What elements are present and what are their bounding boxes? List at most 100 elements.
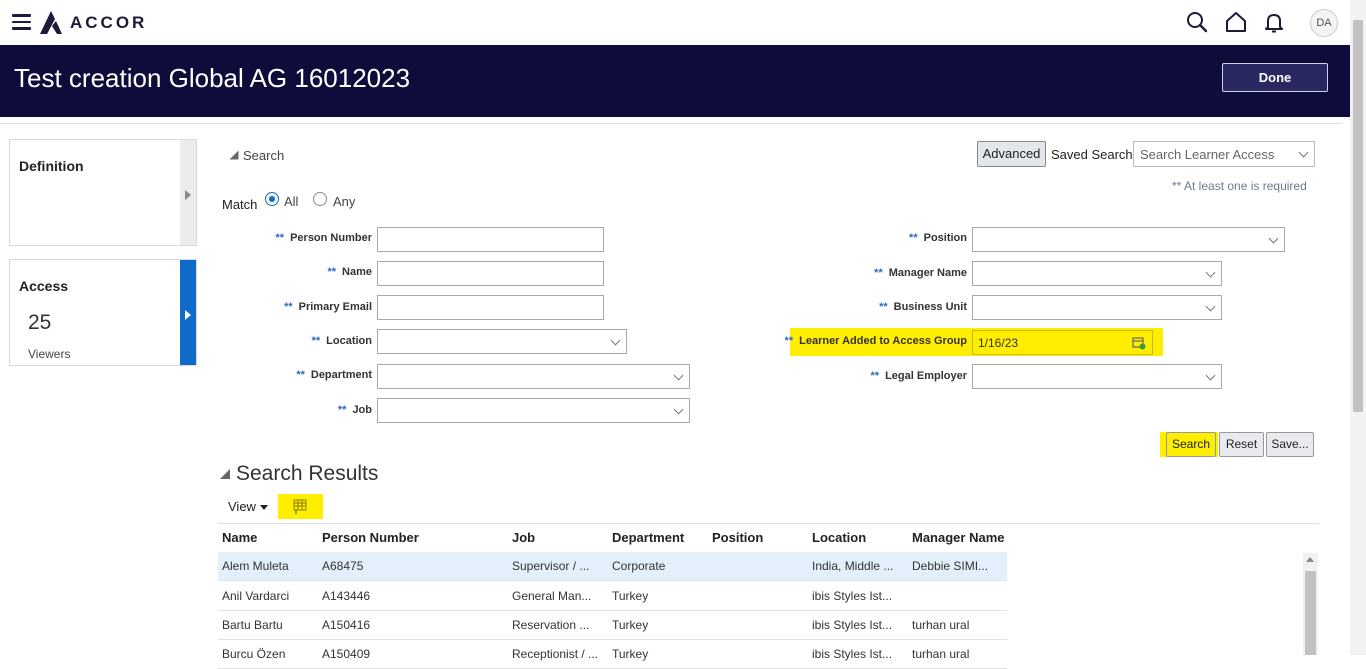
saved-search-placeholder: Search Learner Access bbox=[1140, 147, 1275, 162]
search-toggle-label: Search bbox=[243, 148, 285, 163]
primary-email-label: ** Primary Email bbox=[284, 301, 372, 313]
job-select[interactable] bbox=[377, 398, 690, 423]
column-header-department[interactable]: Department bbox=[612, 530, 684, 545]
cell-manager-name: Debbie SIMI... bbox=[912, 559, 989, 573]
position-select[interactable] bbox=[972, 227, 1285, 252]
page-scrollbar[interactable] bbox=[1350, 0, 1366, 655]
bell-icon[interactable] bbox=[1263, 11, 1285, 33]
cell-person-number: A143446 bbox=[322, 589, 371, 603]
cell-name: Bartu Bartu bbox=[222, 618, 283, 632]
cell-location: ibis Styles Ist... bbox=[812, 647, 893, 661]
business-unit-select[interactable] bbox=[972, 295, 1222, 320]
learner-added-label: ** Learner Added to Access Group bbox=[784, 335, 967, 347]
chevron-down-icon bbox=[1298, 147, 1309, 158]
caret-down-icon bbox=[259, 505, 268, 511]
cell-job: General Man... bbox=[512, 589, 592, 603]
cell-job: Supervisor / ... bbox=[512, 559, 590, 573]
accor-logo-icon[interactable] bbox=[38, 9, 64, 35]
cell-person-number: A150416 bbox=[322, 618, 371, 632]
home-icon[interactable] bbox=[1225, 11, 1247, 33]
column-header-manager-name[interactable]: Manager Name bbox=[912, 530, 1004, 545]
cell-person-number: A68475 bbox=[322, 559, 364, 573]
person-number-input[interactable] bbox=[377, 227, 604, 252]
learner-added-date-input[interactable]: 1/16/23 bbox=[972, 330, 1153, 355]
cell-name: Anil Vardarci bbox=[222, 589, 290, 603]
match-all-label[interactable]: All bbox=[284, 194, 298, 209]
match-all-radio[interactable] bbox=[265, 192, 279, 206]
department-label: ** Department bbox=[296, 369, 372, 381]
table-top-border bbox=[218, 523, 1319, 524]
brand-name[interactable]: ACCOR bbox=[70, 13, 147, 33]
access-subtitle: Viewers bbox=[28, 347, 71, 361]
chevron-down-icon bbox=[1205, 370, 1216, 381]
save-button[interactable]: Save... bbox=[1266, 432, 1314, 457]
location-label: ** Location bbox=[311, 335, 372, 347]
cell-department: Turkey bbox=[612, 647, 649, 661]
chevron-down-icon bbox=[610, 335, 621, 346]
name-input[interactable] bbox=[377, 261, 604, 286]
saved-search-label: Saved Search bbox=[1051, 147, 1133, 162]
search-button[interactable]: Search bbox=[1166, 432, 1216, 457]
view-menu[interactable]: View bbox=[228, 499, 268, 514]
page-header: Test creation Global AG 16012023 Done bbox=[0, 45, 1350, 117]
advanced-button[interactable]: Advanced bbox=[977, 141, 1046, 167]
table-row[interactable]: Alem Muleta A68475 Supervisor / ... Corp… bbox=[218, 552, 1007, 581]
person-number-label: ** Person Number bbox=[275, 232, 372, 244]
calendar-icon[interactable] bbox=[1132, 336, 1146, 350]
cell-department: Corporate bbox=[612, 559, 666, 573]
position-label: ** Position bbox=[909, 232, 967, 244]
column-header-position[interactable]: Position bbox=[712, 530, 763, 545]
access-card-expander[interactable] bbox=[180, 260, 196, 365]
access-card[interactable]: Access 25 Viewers bbox=[9, 259, 197, 366]
match-any-label[interactable]: Any bbox=[333, 194, 355, 209]
cell-location: India, Middle ... bbox=[812, 559, 894, 573]
chevron-right-icon bbox=[185, 310, 191, 321]
results-collapse-icon[interactable] bbox=[220, 469, 230, 479]
menu-icon[interactable] bbox=[12, 14, 31, 30]
search-icon[interactable] bbox=[1186, 11, 1208, 33]
business-unit-label: ** Business Unit bbox=[879, 301, 967, 313]
match-any-radio[interactable] bbox=[313, 192, 327, 206]
department-select[interactable] bbox=[377, 364, 690, 389]
freeze-columns-button[interactable] bbox=[278, 494, 323, 519]
page-title: Test creation Global AG 16012023 bbox=[14, 63, 411, 93]
chevron-down-icon bbox=[1205, 301, 1216, 312]
cell-location: ibis Styles Ist... bbox=[812, 618, 893, 632]
cell-person-number: A150409 bbox=[322, 647, 371, 661]
access-count: 25 bbox=[28, 311, 52, 334]
results-scroll-thumb[interactable] bbox=[1305, 571, 1316, 655]
definition-card[interactable]: Definition bbox=[9, 139, 197, 246]
column-header-job[interactable]: Job bbox=[512, 530, 535, 545]
chevron-down-icon bbox=[673, 404, 684, 415]
definition-card-expander[interactable] bbox=[180, 140, 196, 245]
column-header-location[interactable]: Location bbox=[812, 530, 866, 545]
user-avatar[interactable]: DA bbox=[1310, 9, 1338, 37]
search-section-toggle[interactable]: Search bbox=[229, 148, 284, 163]
primary-email-input[interactable] bbox=[377, 295, 604, 320]
chevron-right-icon bbox=[185, 190, 191, 201]
manager-name-select[interactable] bbox=[972, 261, 1222, 286]
table-row[interactable]: Anil Vardarci A143446 General Man... Tur… bbox=[218, 582, 1007, 611]
reset-button[interactable]: Reset bbox=[1219, 432, 1264, 457]
scroll-up-icon[interactable] bbox=[1306, 557, 1314, 562]
cell-manager-name: turhan ural bbox=[912, 618, 970, 632]
location-select[interactable] bbox=[377, 329, 627, 354]
name-label: ** Name bbox=[327, 266, 372, 278]
results-scrollbar[interactable] bbox=[1303, 553, 1318, 655]
definition-card-title: Definition bbox=[19, 158, 84, 174]
cell-job: Reservation ... bbox=[512, 618, 590, 632]
cell-name: Alem Muleta bbox=[222, 559, 289, 573]
cell-name: Burcu Özen bbox=[222, 647, 286, 661]
cell-location: ibis Styles Ist... bbox=[812, 589, 893, 603]
cell-job: Receptionist / ... bbox=[512, 647, 599, 661]
legal-employer-select[interactable] bbox=[972, 364, 1222, 389]
manager-name-label: ** Manager Name bbox=[874, 267, 967, 279]
top-bar: ACCOR DA bbox=[0, 0, 1350, 45]
done-button[interactable]: Done bbox=[1222, 63, 1328, 92]
saved-search-select[interactable]: Search Learner Access bbox=[1133, 141, 1315, 167]
table-row[interactable]: Bartu Bartu A150416 Reservation ... Turk… bbox=[218, 611, 1007, 640]
cell-manager-name: turhan ural bbox=[912, 647, 970, 661]
page-scroll-thumb[interactable] bbox=[1353, 20, 1363, 412]
column-header-person-number[interactable]: Person Number bbox=[322, 530, 419, 545]
column-header-name[interactable]: Name bbox=[222, 530, 257, 545]
